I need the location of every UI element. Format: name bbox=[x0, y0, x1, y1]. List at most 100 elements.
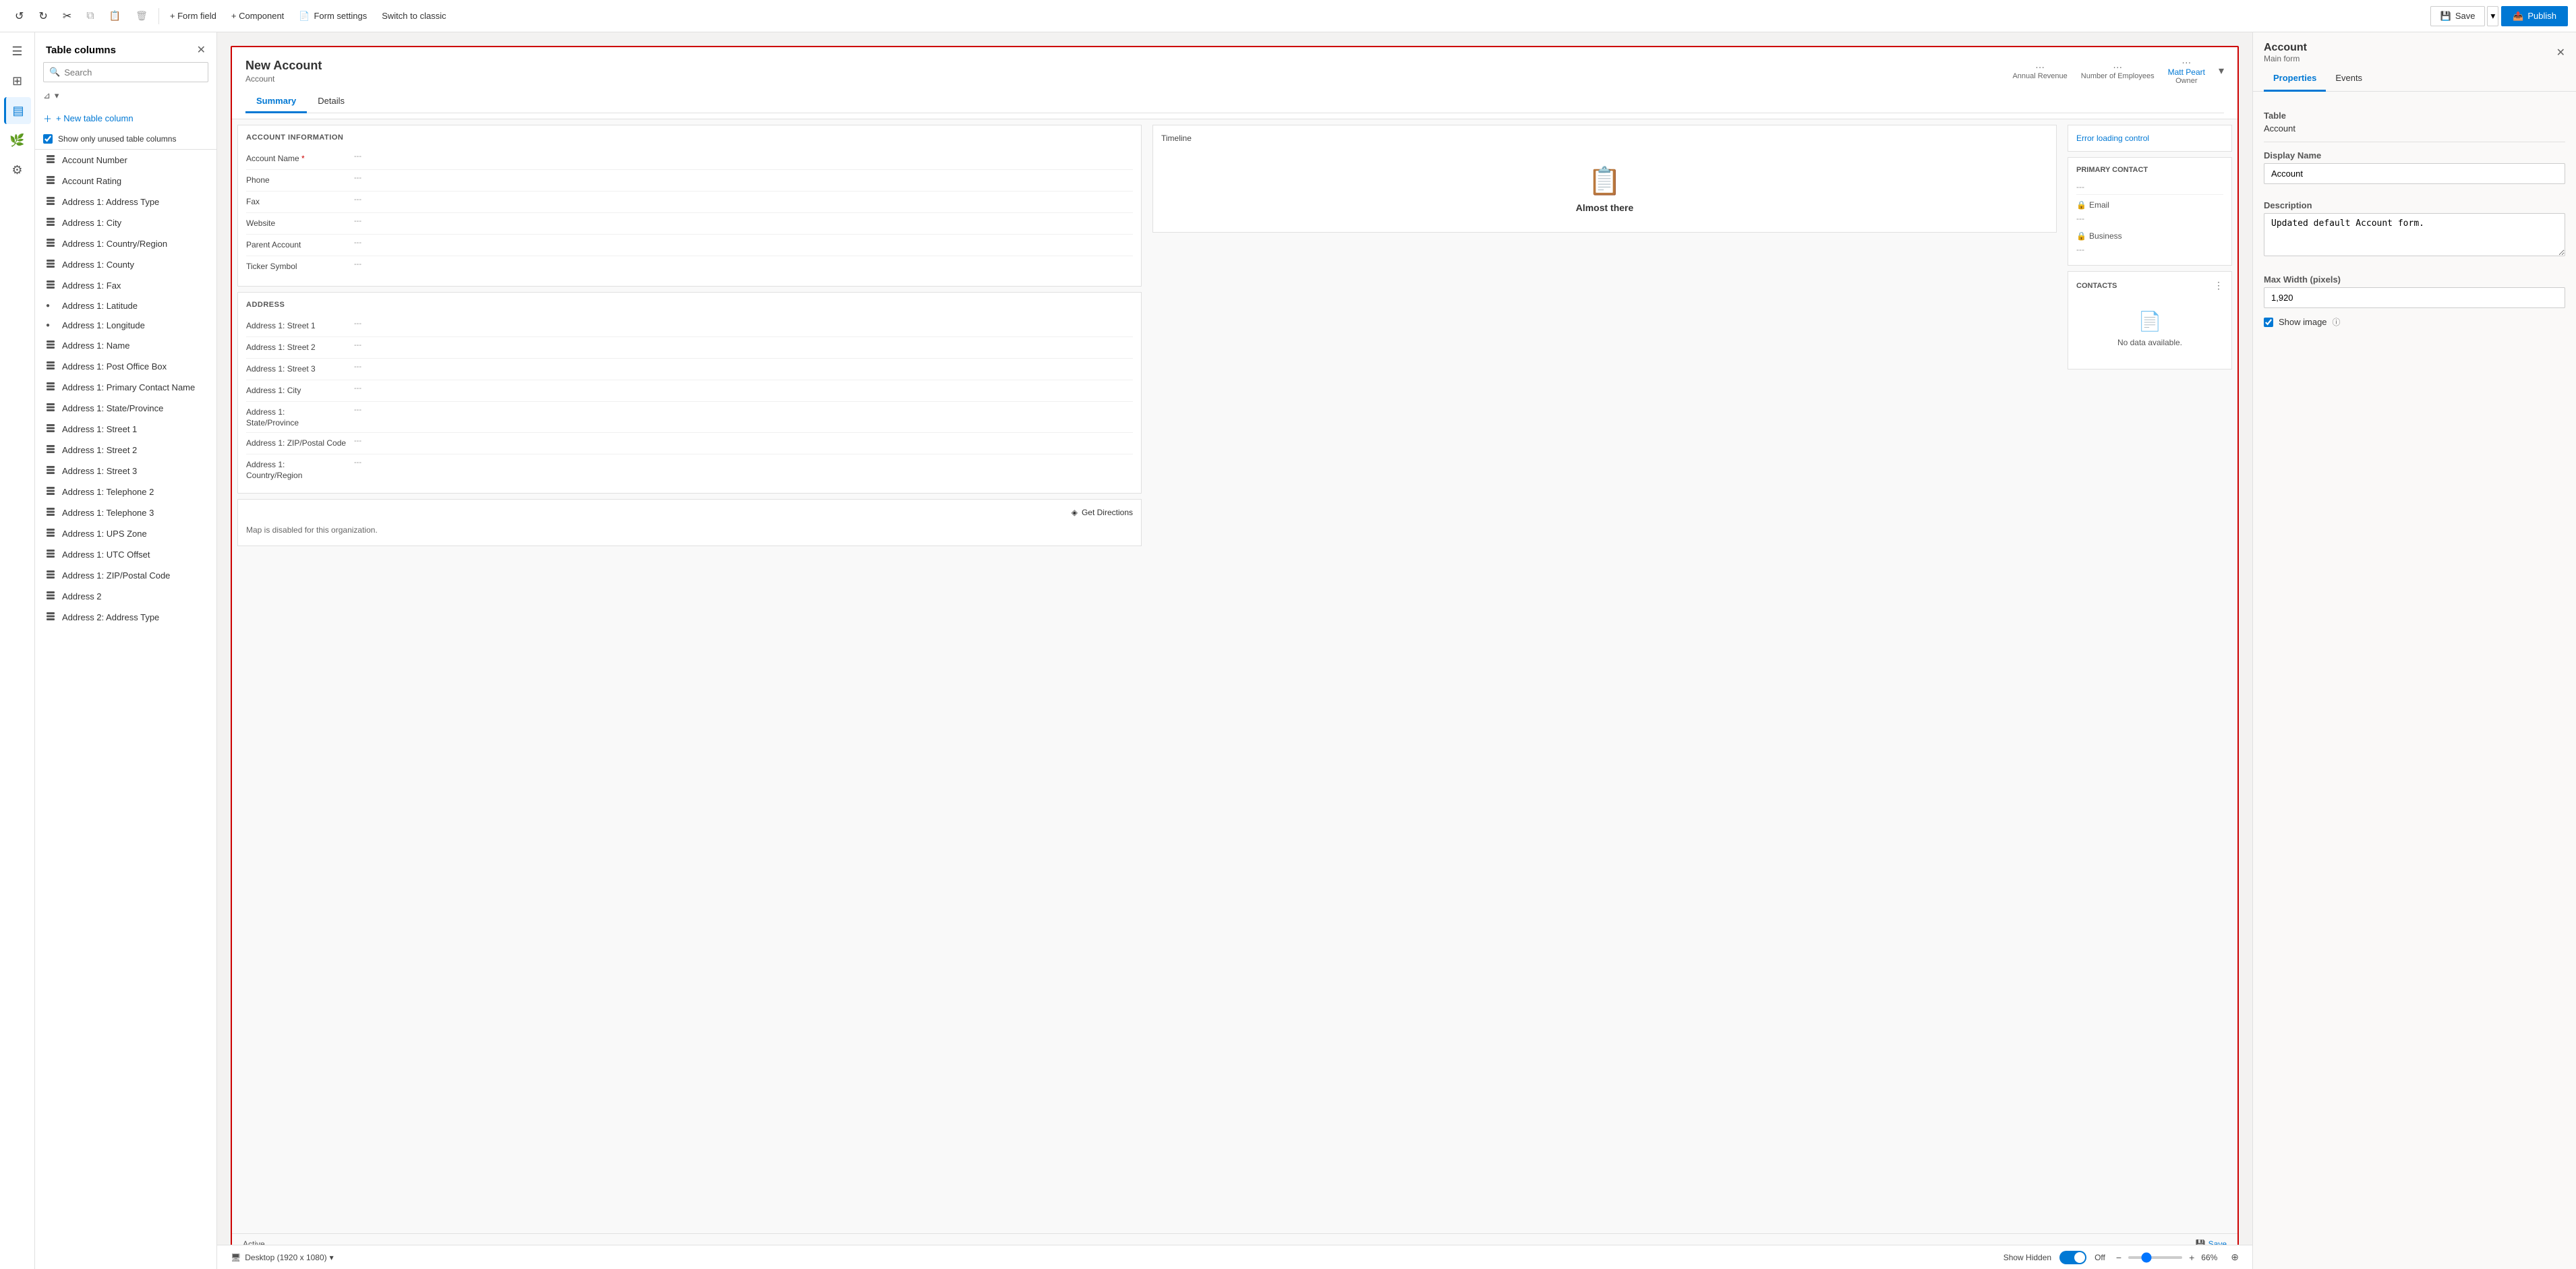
zoom-minus-button[interactable]: − bbox=[2113, 1251, 2124, 1264]
copy-icon: ⧉ bbox=[86, 10, 94, 22]
tab-summary[interactable]: Summary bbox=[245, 90, 307, 113]
error-loading-text[interactable]: Error loading control bbox=[2076, 134, 2223, 143]
field-city-label: Address 1: City bbox=[246, 384, 354, 395]
cut-button[interactable]: ✂ bbox=[56, 5, 78, 27]
show-image-checkbox[interactable] bbox=[2264, 318, 2273, 327]
list-item[interactable]: Address 1: City bbox=[35, 212, 216, 233]
field-ticker-symbol: Ticker Symbol --- bbox=[246, 256, 1133, 278]
contacts-title: CONTACTS bbox=[2076, 282, 2117, 290]
form-settings-button[interactable]: 📄 Form settings bbox=[292, 7, 374, 26]
undo-button[interactable]: ↺ bbox=[8, 5, 30, 27]
new-table-column-button[interactable]: ＋ + New table column bbox=[35, 107, 216, 130]
list-item[interactable]: Address 1: Address Type bbox=[35, 191, 216, 212]
primary-contact-title: Primary Contact bbox=[2076, 166, 2223, 174]
save-button[interactable]: 💾 Save bbox=[2430, 6, 2486, 26]
sidebar-item-label: Address 2 bbox=[62, 591, 102, 601]
column-type-icon bbox=[46, 423, 57, 435]
column-type-icon bbox=[46, 382, 57, 393]
display-name-input[interactable] bbox=[2264, 163, 2565, 184]
list-item[interactable]: ●Address 1: Latitude bbox=[35, 296, 216, 316]
desktop-label[interactable]: Desktop (1920 x 1080) ▾ bbox=[245, 1253, 333, 1262]
contacts-more-button[interactable]: ⋮ bbox=[2214, 280, 2223, 291]
list-item[interactable]: Account Rating bbox=[35, 171, 216, 191]
toggle-track[interactable] bbox=[2059, 1251, 2086, 1264]
max-width-label: Max Width (pixels) bbox=[2264, 274, 2565, 285]
switch-classic-button[interactable]: Switch to classic bbox=[375, 7, 452, 25]
field-street1: Address 1: Street 1 --- bbox=[246, 316, 1133, 337]
tab-details[interactable]: Details bbox=[307, 90, 355, 113]
search-input[interactable] bbox=[64, 67, 202, 78]
paste-button[interactable]: 📋 bbox=[103, 6, 127, 26]
timeline-icon: 📋 bbox=[1588, 165, 1622, 197]
list-item[interactable]: Address 1: Telephone 3 bbox=[35, 502, 216, 523]
sidebar-item-label: Address 1: Street 1 bbox=[62, 424, 137, 434]
add-form-field-button[interactable]: + Form field bbox=[163, 7, 223, 25]
show-hidden-toggle[interactable] bbox=[2059, 1251, 2086, 1264]
tab-events[interactable]: Events bbox=[2326, 66, 2372, 92]
address-section: ADDRESS Address 1: Street 1 --- Address … bbox=[237, 292, 1142, 494]
publish-button[interactable]: 📤 Publish bbox=[2501, 6, 2568, 26]
list-item[interactable]: Address 1: Street 3 bbox=[35, 461, 216, 481]
filter-dropdown-icon: ▾ bbox=[55, 90, 59, 101]
right-panel-close-button[interactable]: ✕ bbox=[2556, 46, 2565, 59]
show-unused-checkbox[interactable] bbox=[43, 134, 53, 144]
add-component-label: + Component bbox=[231, 11, 284, 21]
field-account-name-label: Account Name * bbox=[246, 152, 354, 163]
list-item[interactable]: Address 1: Country/Region bbox=[35, 233, 216, 254]
list-item[interactable]: Address 1: Fax bbox=[35, 275, 216, 296]
list-item[interactable]: Address 1: UTC Offset bbox=[35, 544, 216, 565]
list-item[interactable]: Address 1: UPS Zone bbox=[35, 523, 216, 544]
timeline-empty: 📋 Almost there bbox=[1161, 154, 2048, 224]
list-item[interactable]: Address 1: Name bbox=[35, 335, 216, 356]
settings-icon-button[interactable]: ⚙ bbox=[4, 156, 31, 183]
max-width-input[interactable] bbox=[2264, 287, 2565, 308]
chevron-down-icon: ▾ bbox=[330, 1253, 334, 1262]
get-directions-button[interactable]: ◈ Get Directions bbox=[246, 508, 1133, 517]
list-item[interactable]: ●Address 1: Longitude bbox=[35, 316, 216, 335]
list-item[interactable]: Address 2: Address Type bbox=[35, 607, 216, 628]
list-item[interactable]: Address 1: State/Province bbox=[35, 398, 216, 419]
redo-button[interactable]: ↻ bbox=[32, 5, 54, 27]
column-type-icon bbox=[46, 612, 57, 623]
redo-icon: ↻ bbox=[38, 9, 47, 23]
list-item[interactable]: Account Number bbox=[35, 150, 216, 171]
description-textarea[interactable]: Updated default Account form. bbox=[2264, 213, 2565, 256]
menu-icon-button[interactable]: ☰ bbox=[4, 38, 31, 65]
field-parent-account: Parent Account --- bbox=[246, 235, 1133, 256]
list-item[interactable]: Address 1: Street 1 bbox=[35, 419, 216, 440]
list-item[interactable]: Address 1: County bbox=[35, 254, 216, 275]
layers-icon-button[interactable]: ⊞ bbox=[4, 67, 31, 94]
save-dropdown-button[interactable]: ▾ bbox=[2487, 6, 2498, 26]
form-container: New Account Account ··· Annual Revenue ·… bbox=[231, 46, 2239, 1256]
sidebar-close-button[interactable]: ✕ bbox=[197, 43, 206, 57]
list-item[interactable]: Address 2 bbox=[35, 586, 216, 607]
switch-classic-label: Switch to classic bbox=[382, 11, 446, 21]
field-street3: Address 1: Street 3 --- bbox=[246, 359, 1133, 380]
zoom-plus-button[interactable]: + bbox=[2186, 1251, 2197, 1264]
zoom-slider[interactable] bbox=[2128, 1256, 2182, 1259]
delete-button[interactable]: 🗑 bbox=[129, 6, 154, 26]
field-country-value: --- bbox=[354, 459, 1133, 467]
tab-properties[interactable]: Properties bbox=[2264, 66, 2326, 92]
form-main-row: ACCOUNT INFORMATION Account Name * --- P… bbox=[232, 119, 2237, 552]
timeline-title: Timeline bbox=[1161, 134, 2048, 143]
copy-button[interactable]: ⧉ bbox=[80, 6, 100, 26]
display-name-label: Display Name bbox=[2264, 150, 2565, 160]
list-item[interactable]: Address 1: Street 2 bbox=[35, 440, 216, 461]
right-panel: Account Main form ✕ Properties Events Ta… bbox=[2252, 32, 2576, 1269]
list-item[interactable]: Address 1: Telephone 2 bbox=[35, 481, 216, 502]
zoom-fit-button[interactable]: ⊕ bbox=[2231, 1251, 2239, 1263]
list-item[interactable]: Address 1: Primary Contact Name bbox=[35, 377, 216, 398]
add-component-button[interactable]: + Component bbox=[225, 7, 291, 25]
list-item[interactable]: Address 1: Post Office Box bbox=[35, 356, 216, 377]
list-item[interactable]: Address 1: ZIP/Postal Code bbox=[35, 565, 216, 586]
field-account-name: Account Name * --- bbox=[246, 148, 1133, 170]
form-header-top: New Account Account ··· Annual Revenue ·… bbox=[245, 57, 2224, 85]
column-type-icon bbox=[46, 465, 57, 477]
zoom-control: − + 66% bbox=[2113, 1251, 2223, 1264]
columns-icon-button[interactable]: ▤ bbox=[4, 97, 31, 124]
field-street1-value: --- bbox=[354, 320, 1133, 328]
form-header-expand-button[interactable]: ▾ bbox=[2219, 64, 2224, 78]
field-city-value: --- bbox=[354, 384, 1133, 392]
tree-icon-button[interactable]: 🌿 bbox=[4, 127, 31, 154]
